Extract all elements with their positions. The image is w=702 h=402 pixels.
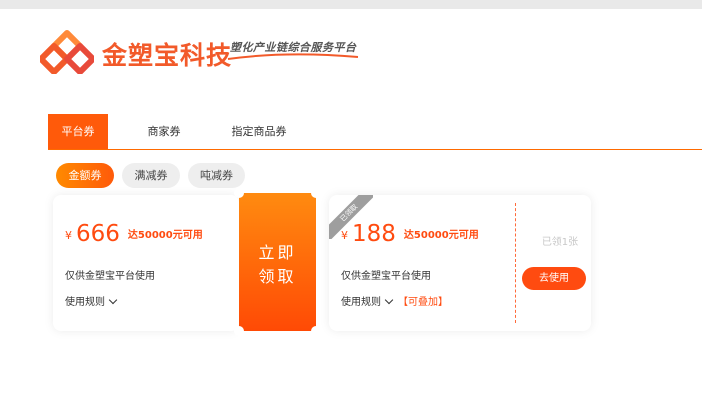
- usage-rules-toggle[interactable]: 使用规则 【可叠加】: [341, 293, 448, 308]
- usage-rules-label: 使用规则: [341, 297, 381, 308]
- coupon-condition: 达50000元可用: [127, 230, 203, 241]
- brand-name: 金塑宝科技: [102, 41, 233, 70]
- tab-merchant-coupons[interactable]: 商家券: [136, 114, 192, 149]
- ticket-notch: [234, 188, 244, 198]
- tab-designated-product-coupons[interactable]: 指定商品券: [224, 114, 294, 149]
- currency-symbol: ¥: [65, 229, 72, 242]
- coupon-scope: 仅供金塑宝平台使用: [65, 271, 155, 282]
- chevron-down-icon: [108, 295, 118, 305]
- coupon-price: ¥666 达50000元可用: [65, 221, 203, 247]
- slogan-swoosh-icon: [227, 53, 359, 60]
- filter-ton-discount-coupon[interactable]: 吨减券: [188, 163, 245, 188]
- claimed-count: 已领1张: [541, 237, 579, 248]
- claim-label-line2: 领取: [258, 267, 297, 286]
- coupon-card: 已领取 ¥188 达50000元可用 仅供金塑宝平台使用 使用规则 【可叠加】 已领…: [329, 195, 591, 331]
- currency-symbol: ¥: [341, 229, 348, 242]
- filter-spend-discount-coupon[interactable]: 满减券: [122, 163, 180, 188]
- tab-platform-coupons[interactable]: 平台券: [48, 114, 108, 149]
- claim-now-button[interactable]: 立即 领取: [234, 188, 321, 336]
- ticket-notch: [234, 326, 244, 336]
- coupon-condition: 达50000元可用: [403, 230, 479, 241]
- coupon-card: ¥666 达50000元可用 仅供金塑宝平台使用 使用规则: [53, 195, 239, 331]
- top-bar: [0, 0, 702, 9]
- chevron-down-icon: [384, 295, 394, 305]
- coupon-type-tabs: 平台券 商家券 指定商品券: [48, 114, 702, 150]
- coupon-scope: 仅供金塑宝平台使用: [341, 271, 431, 282]
- use-coupon-button[interactable]: 去使用: [522, 267, 586, 290]
- coupon-price: ¥188 达50000元可用: [341, 221, 479, 247]
- ticket-notch: [311, 326, 321, 336]
- stackable-badge: 【可叠加】: [398, 297, 448, 308]
- ticket-notch: [311, 188, 321, 198]
- usage-rules-toggle[interactable]: 使用规则: [65, 293, 118, 308]
- logo-mark-icon: [40, 30, 94, 74]
- claim-label-line1: 立即: [258, 243, 297, 262]
- filter-amount-coupon[interactable]: 金额券: [56, 163, 114, 188]
- card-divider: [515, 203, 516, 323]
- coupon-amount: 666: [76, 221, 120, 247]
- usage-rules-label: 使用规则: [65, 297, 105, 308]
- coupon-amount: 188: [352, 221, 396, 247]
